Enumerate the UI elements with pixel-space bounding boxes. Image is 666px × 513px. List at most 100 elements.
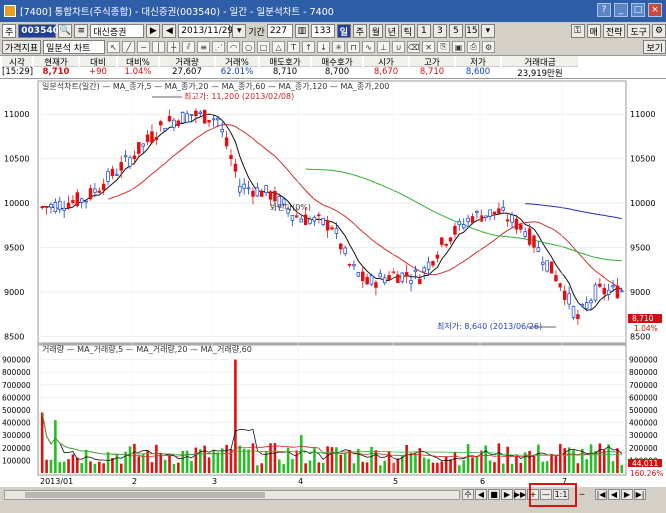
- tools-button[interactable]: 도구: [627, 24, 650, 38]
- candle-body: [426, 261, 431, 270]
- view-button[interactable]: 보기: [643, 40, 666, 54]
- refresh-button[interactable]: 수: [462, 489, 474, 500]
- arc-tool-icon[interactable]: ◠: [227, 41, 241, 53]
- quote-header: 대비: [80, 56, 116, 68]
- volume-bar: [444, 456, 448, 473]
- quote-header: 거래대금: [502, 56, 578, 68]
- cross-tool-icon[interactable]: ┼: [167, 41, 181, 53]
- arrow-down-tool-icon[interactable]: ↓: [317, 41, 331, 53]
- arrow-up-tool-icon[interactable]: ↑: [302, 41, 316, 53]
- prev-day-button[interactable]: ▶: [146, 24, 161, 38]
- candle-body: [189, 114, 194, 116]
- period-input[interactable]: 227: [266, 24, 293, 38]
- calendar-icon[interactable]: ▾: [232, 24, 247, 38]
- candle-body: [150, 131, 154, 143]
- analysis-chart-select[interactable]: 일분석 차트: [43, 40, 106, 54]
- interval-15-button[interactable]: 15: [464, 24, 479, 38]
- cursor-tool-icon[interactable]: ↖: [107, 41, 121, 53]
- date-input[interactable]: 2013/11/29: [178, 24, 233, 38]
- candle-body: [159, 121, 163, 126]
- price-index-button[interactable]: 가격지표: [2, 40, 42, 54]
- fan-tool-icon[interactable]: ⋰: [212, 41, 226, 53]
- candle-body: [75, 192, 80, 207]
- volume-bar: [299, 435, 303, 473]
- settings-icon[interactable]: ⚙: [652, 24, 666, 38]
- copy-tool-icon[interactable]: ⎘: [437, 41, 451, 53]
- fibo-tool-icon[interactable]: ≡: [197, 41, 211, 53]
- scrollbar-thumb[interactable]: [25, 492, 265, 498]
- price-ytick-right: 8500: [630, 333, 650, 342]
- rect-tool-icon[interactable]: □: [257, 41, 271, 53]
- chart-icon[interactable]: ▥: [294, 24, 309, 38]
- candle-body: [571, 306, 576, 318]
- candle-body: [101, 183, 106, 191]
- chart-area[interactable]: 11000 11000 10500 10500 10000 10000 9500 9500 90…: [0, 79, 666, 487]
- interval-week-button[interactable]: 주: [352, 24, 367, 38]
- volume-bar: [348, 450, 351, 473]
- count-input[interactable]: 133: [310, 24, 335, 38]
- ruler-tool-icon[interactable]: ⊥: [377, 41, 391, 53]
- interval-day-button[interactable]: 일: [336, 24, 351, 38]
- stock-list-icon[interactable]: ≡: [74, 24, 89, 38]
- candle-body: [554, 275, 558, 282]
- maximize-icon[interactable]: □: [631, 3, 645, 17]
- last-page-button[interactable]: ▶|: [634, 489, 646, 500]
- market-select[interactable]: 주: [2, 24, 17, 38]
- order-button[interactable]: 매: [586, 24, 601, 38]
- interval-dropdown-icon[interactable]: ▾: [480, 24, 495, 38]
- interval-3-button[interactable]: 3: [432, 24, 447, 38]
- channel-tool-icon[interactable]: ⫽: [182, 41, 196, 53]
- lock-icon[interactable]: ⚿: [570, 24, 585, 38]
- volume-ytick-right: 300000: [629, 431, 658, 440]
- print-tool-icon[interactable]: ⎙: [467, 41, 481, 53]
- prev-page-button[interactable]: ◀: [608, 489, 620, 500]
- volume-bar: [453, 452, 457, 473]
- search-icon[interactable]: 🔍: [58, 24, 73, 38]
- interval-year-button[interactable]: 년: [384, 24, 399, 38]
- interval-5-button[interactable]: 5: [448, 24, 463, 38]
- fast-forward-button[interactable]: ▶▶: [514, 489, 526, 500]
- stop-button[interactable]: ■: [488, 489, 500, 500]
- candle-body: [620, 290, 624, 293]
- vline-tool-icon[interactable]: │: [152, 41, 166, 53]
- volume-bar: [405, 445, 408, 473]
- candle-body: [444, 244, 448, 246]
- text-tool-icon[interactable]: T: [287, 41, 301, 53]
- interval-tick-button[interactable]: 틱: [400, 24, 415, 38]
- candle-body: [79, 198, 84, 203]
- circle-tool-icon[interactable]: ○: [242, 41, 256, 53]
- play-button[interactable]: ▶: [501, 489, 513, 500]
- volume-bar: [383, 460, 386, 473]
- scroll-left-button[interactable]: ◀: [475, 489, 487, 500]
- first-page-button[interactable]: |◀: [595, 489, 607, 500]
- interval-1-button[interactable]: 1: [416, 24, 431, 38]
- drawing-toolbar: 가격지표 일분석 차트 ↖ ╱ ─ │ ┼ ⫽ ≡ ⋰ ◠ ○ □ △ T ↑ …: [0, 40, 666, 54]
- save-tool-icon[interactable]: ▣: [452, 41, 466, 53]
- chart-scrollbar[interactable]: [4, 490, 460, 500]
- next-page-button[interactable]: ▶: [621, 489, 633, 500]
- gann-tool-icon[interactable]: ✳: [332, 41, 346, 53]
- strategy-button[interactable]: 전략: [602, 24, 626, 38]
- delete-tool-icon[interactable]: ⌫: [407, 41, 421, 53]
- candle-body: [589, 300, 593, 304]
- help-icon[interactable]: ?: [597, 3, 611, 17]
- candle-body: [242, 183, 246, 189]
- triangle-tool-icon[interactable]: △: [272, 41, 286, 53]
- hline-tool-icon[interactable]: ─: [137, 41, 151, 53]
- next-day-button[interactable]: ◀: [162, 24, 177, 38]
- cycle-tool-icon[interactable]: ∿: [362, 41, 376, 53]
- last-price-text: 8,710: [632, 314, 654, 323]
- minimize-icon[interactable]: _: [614, 3, 628, 17]
- chart-canvas[interactable]: 11000 11000 10500 10500 10000 10000 9500 9500 90…: [0, 79, 666, 487]
- volume-bar: [343, 453, 347, 473]
- line-tool-icon[interactable]: ╱: [122, 41, 136, 53]
- magnet-tool-icon[interactable]: ∪: [392, 41, 406, 53]
- config-tool-icon[interactable]: ⚙: [482, 41, 496, 53]
- interval-month-button[interactable]: 월: [368, 24, 383, 38]
- quote-col-high: 고가 8,710: [410, 56, 454, 78]
- period-tool-icon[interactable]: ⊓: [347, 41, 361, 53]
- candle-body: [88, 188, 93, 200]
- stock-code-input[interactable]: 003540: [18, 24, 59, 38]
- close-icon[interactable]: ×: [648, 3, 662, 17]
- erase-all-tool-icon[interactable]: ✕: [422, 41, 436, 53]
